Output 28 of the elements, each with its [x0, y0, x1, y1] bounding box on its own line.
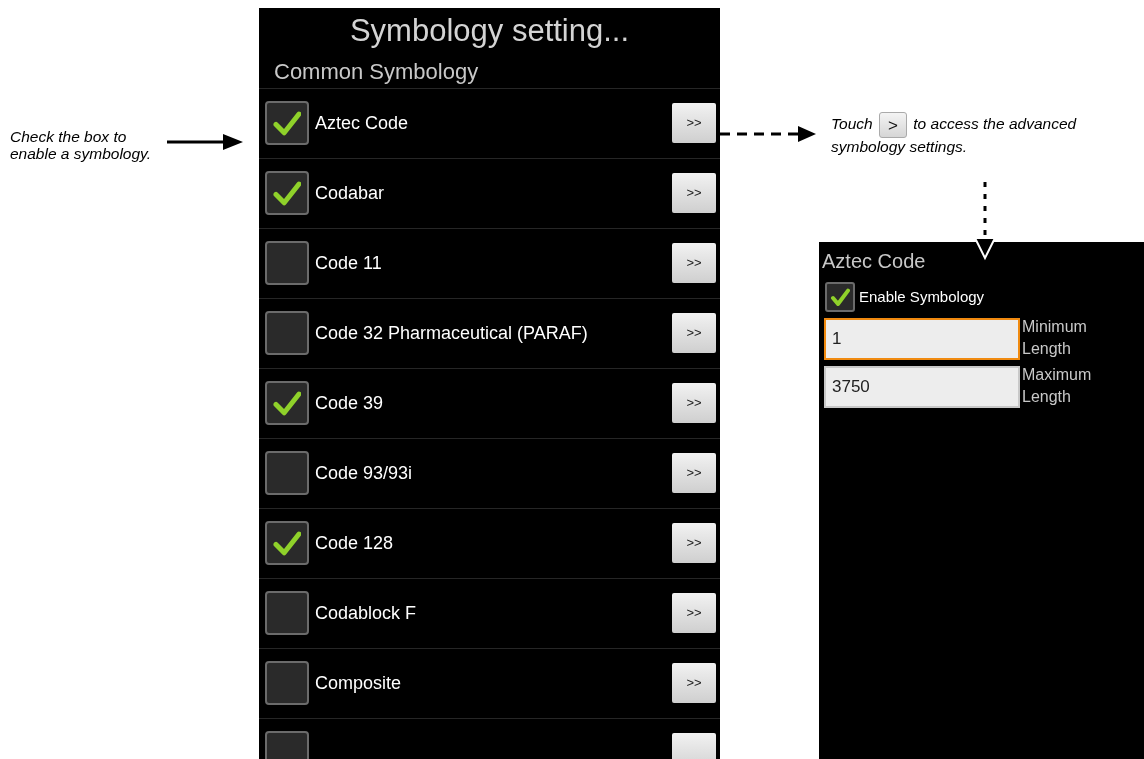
advanced-settings-button[interactable]: >>: [672, 313, 716, 353]
checkbox-label: Enable Symbology: [859, 286, 985, 307]
advanced-settings-button[interactable]: >>: [672, 453, 716, 493]
symbology-label: Code 128: [315, 532, 394, 553]
symbology-label: Code 32 Pharmaceutical (PARAF): [315, 322, 588, 343]
advanced-settings-button[interactable]: >>: [672, 243, 716, 283]
symbology-label: Code 39: [315, 392, 384, 413]
symbology-label: Code 11: [315, 252, 382, 273]
advanced-settings-button[interactable]: >>: [672, 383, 716, 423]
annotation-text: Touch > to access the advanced symbology settings.: [831, 112, 1141, 155]
symbology-label: Composite: [315, 672, 402, 693]
field-label: Minimum Length: [1022, 317, 1088, 359]
input-field[interactable]: 3750: [824, 366, 1020, 408]
screen-title: Symbology setting...: [349, 12, 630, 50]
symbology-label: Codabar: [315, 182, 385, 203]
symbology-label: Codablock F: [315, 602, 417, 623]
field-label: Maximum Length: [1022, 365, 1093, 407]
annotation-text: Check the box to enable a symbology.: [10, 128, 153, 162]
input-field[interactable]: 1: [824, 318, 1020, 360]
screen-title: Aztec Code: [821, 249, 927, 274]
advanced-settings-button[interactable]: >>: [672, 523, 716, 563]
section-heading: Common Symbology: [274, 57, 479, 86]
advanced-settings-button[interactable]: >>: [672, 103, 716, 143]
advanced-settings-button[interactable]: >>: [672, 593, 716, 633]
advanced-settings-button[interactable]: >>: [672, 663, 716, 703]
advanced-settings-button[interactable]: >>: [672, 173, 716, 213]
symbology-label: Code 93/93i: [315, 462, 413, 483]
symbology-label: Aztec Code: [315, 112, 409, 133]
